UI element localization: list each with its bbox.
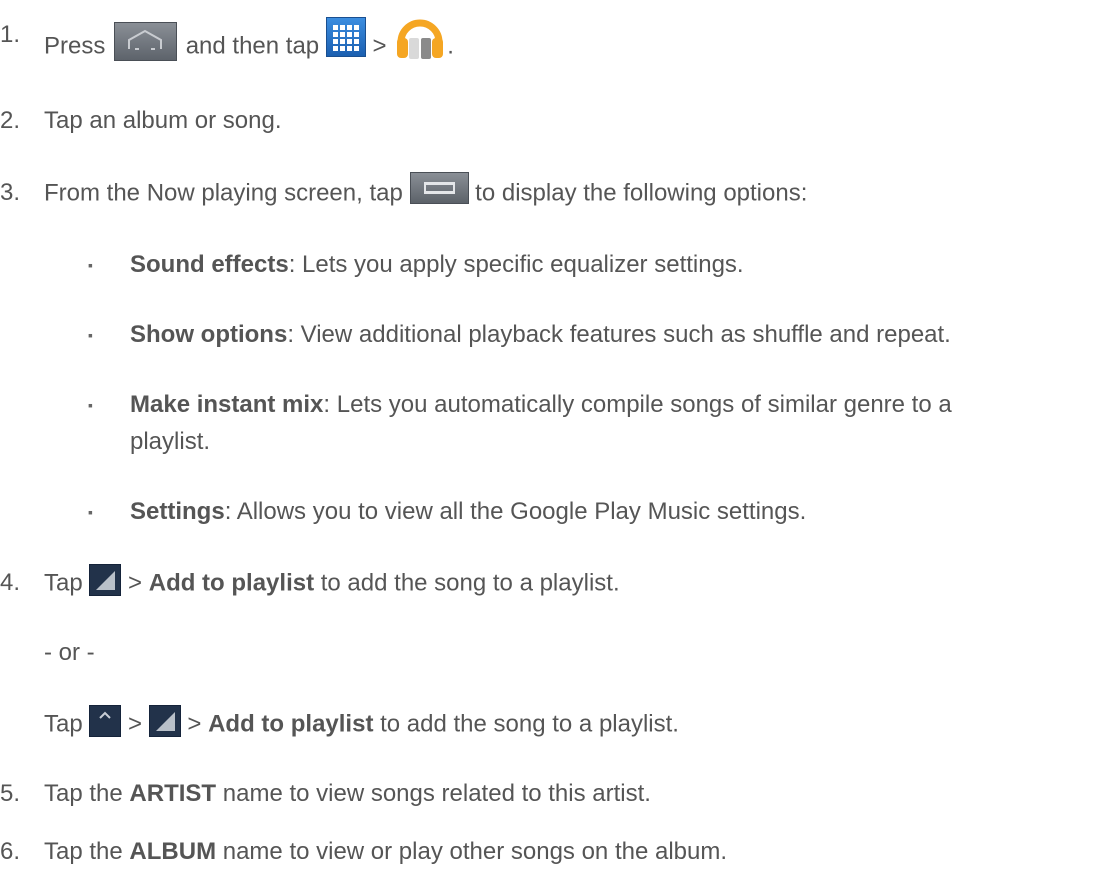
album-art-overflow-icon <box>148 705 181 737</box>
step-text: to display the following options: <box>475 179 808 207</box>
step-text: name to view songs related to this artis… <box>222 780 651 807</box>
option-term: Show options <box>130 321 288 348</box>
step-bold: Add to playlist <box>208 710 374 738</box>
play-music-headphones-icon <box>393 8 447 62</box>
expand-up-icon <box>89 705 122 737</box>
instructions-page: 1. Press and then tap > . 2. Tap an albu… <box>0 0 1112 869</box>
option-desc: : Allows you to view all the Google Play… <box>224 498 807 525</box>
step-text: Tap the <box>44 838 123 865</box>
step-number: 5. <box>0 780 21 807</box>
step-text: name to view or play other songs on the … <box>222 838 728 865</box>
home-icon <box>114 21 178 61</box>
step-text: to add the song to a playlist. <box>320 569 620 597</box>
option-desc: : View additional playback features such… <box>287 321 951 348</box>
bullet: ▪ <box>88 327 93 343</box>
step-number: 6. <box>0 838 21 865</box>
step-text: Tap <box>44 710 83 738</box>
option-term: Settings <box>130 498 225 525</box>
separator: > <box>187 710 202 738</box>
separator: > <box>372 32 387 60</box>
step-number: 1. <box>0 21 21 48</box>
step-text: Tap <box>44 569 83 597</box>
bullet: ▪ <box>88 504 93 520</box>
step-number: 2. <box>0 107 21 134</box>
step-text: to add the song to a playlist. <box>380 710 679 738</box>
bullet: ▪ <box>88 397 93 413</box>
option-term: Sound effects <box>130 251 289 278</box>
separator: > <box>128 569 143 597</box>
apps-grid-icon <box>325 17 366 57</box>
or-text: - or - <box>44 639 95 666</box>
step-bold: ARTIST <box>129 780 217 807</box>
period: . <box>447 32 454 60</box>
step-text: and then tap <box>185 32 320 60</box>
step-number: 4. <box>0 569 21 596</box>
bullet: ▪ <box>88 257 93 273</box>
step-text: Tap an album or song. <box>44 107 282 134</box>
separator: > <box>128 710 143 738</box>
album-art-overflow-icon <box>89 564 122 596</box>
step-text: Press <box>44 32 106 60</box>
step-bold: ALBUM <box>129 838 217 865</box>
option-desc: : Lets you apply specific equalizer sett… <box>288 251 744 278</box>
option-desc-continued: playlist. <box>130 428 211 455</box>
step-text: From the Now playing screen, tap <box>44 179 403 207</box>
step-text: Tap the <box>44 780 123 807</box>
option-desc: : Lets you automatically compile songs o… <box>323 391 952 418</box>
step-number: 3. <box>0 179 21 206</box>
option-term: Make instant mix <box>130 391 324 418</box>
menu-icon <box>409 172 469 204</box>
step-bold: Add to playlist <box>148 569 315 597</box>
